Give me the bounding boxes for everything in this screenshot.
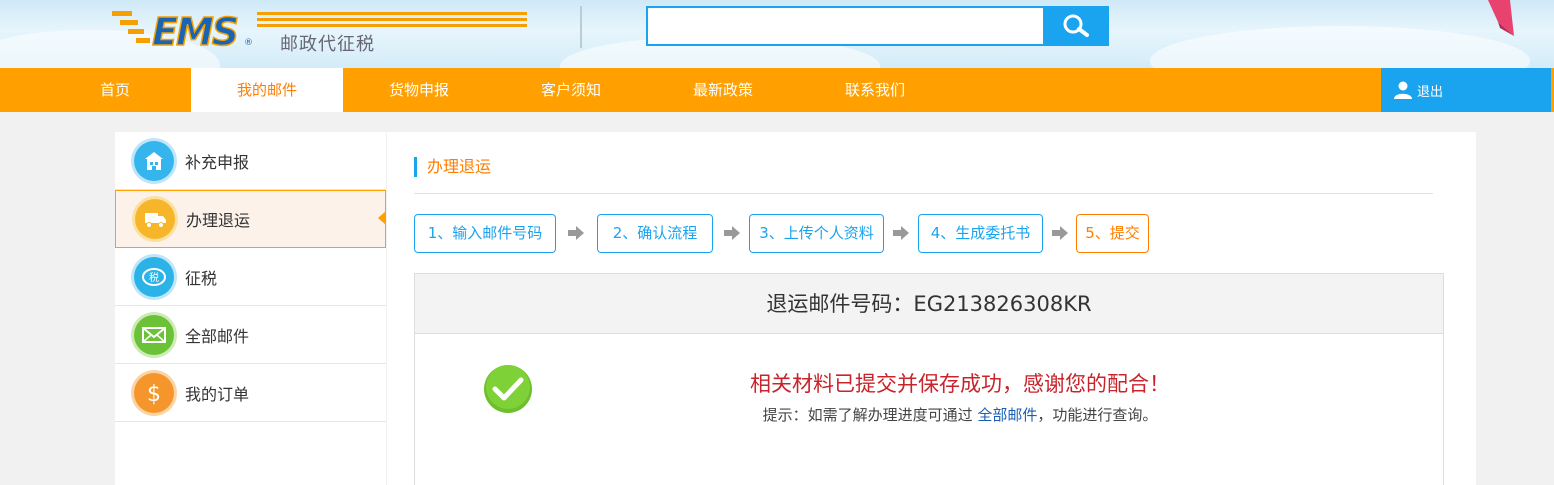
step-1: 1、输入邮件号码 xyxy=(414,214,556,253)
success-message: 相关材料已提交并保存成功，感谢您的配合！ xyxy=(750,372,1170,396)
cloud-decoration xyxy=(1150,26,1530,68)
arrow-right-icon xyxy=(568,226,584,240)
search-icon xyxy=(1063,14,1089,37)
step-2: 2、确认流程 xyxy=(597,214,713,253)
sidebar-item-my-orders[interactable]: $ 我的订单 xyxy=(115,364,386,422)
sidebar-item-label: 办理退运 xyxy=(186,211,251,230)
sidebar-item-supplementary-declaration[interactable]: 补充申报 xyxy=(115,132,386,190)
tracking-number: 退运邮件号码：EG213826308KR xyxy=(415,274,1443,334)
search-input[interactable] xyxy=(646,6,1044,46)
tax-icon: 税 xyxy=(134,256,174,297)
main-nav: 首页 我的邮件 货物申报 客户须知 最新政策 联系我们 退出 xyxy=(0,68,1554,112)
nav-item-latest-policy[interactable]: 最新政策 xyxy=(647,68,799,112)
step-4: 4、生成委托书 xyxy=(918,214,1043,253)
header: EMS ® 邮政代征税 xyxy=(0,0,1554,68)
sidebar-item-label: 征税 xyxy=(185,268,218,288)
dollar-icon: $ xyxy=(134,372,174,413)
nav-item-goods-declaration[interactable]: 货物申报 xyxy=(343,68,495,112)
logout-label: 退出 xyxy=(1417,84,1444,100)
step-3: 3、上传个人资料 xyxy=(749,214,884,253)
svg-text:$: $ xyxy=(147,382,161,406)
site-name: 邮政代征税 xyxy=(280,34,375,55)
sidebar-item-label: 我的订单 xyxy=(185,384,250,404)
truck-icon xyxy=(135,199,175,239)
logout-button[interactable]: 退出 xyxy=(1381,68,1551,112)
user-icon xyxy=(1394,81,1412,99)
sidebar-item-tax[interactable]: 税 征税 xyxy=(115,248,386,306)
nav-item-customer-notice[interactable]: 客户须知 xyxy=(495,68,647,112)
arrow-right-icon xyxy=(724,226,740,240)
result-panel: 退运邮件号码：EG213826308KR 相关材料已提交并保存成功，感谢您的配合… xyxy=(414,273,1444,485)
svg-text:税: 税 xyxy=(149,271,159,284)
ribbon-decoration xyxy=(1488,0,1514,36)
arrow-right-icon xyxy=(1052,226,1068,240)
nav-item-contact-us[interactable]: 联系我们 xyxy=(799,68,951,112)
search-button[interactable] xyxy=(1043,6,1109,46)
header-divider xyxy=(580,6,582,48)
step-5: 5、提交 xyxy=(1076,214,1149,253)
hint-text: 提示：如需了解办理进度可通过 全部邮件，功能进行查询。 xyxy=(415,404,1445,425)
building-icon xyxy=(134,140,174,181)
nav-item-home[interactable]: 首页 xyxy=(40,68,190,112)
sidebar-item-all-mail[interactable]: 全部邮件 xyxy=(115,306,386,364)
mail-icon xyxy=(134,314,174,355)
sidebar-item-label: 全部邮件 xyxy=(185,326,250,346)
svg-text:EMS: EMS xyxy=(152,10,238,52)
main-content: 办理退运 1、输入邮件号码 2、确认流程 3、上传个人资料 4、生成委托书 5、… xyxy=(387,132,1476,485)
nav-item-my-mail[interactable]: 我的邮件 xyxy=(191,68,343,112)
hint-prefix: 提示：如需了解办理进度可通过 xyxy=(762,406,973,424)
section-title: 办理退运 xyxy=(414,157,491,177)
sidebar: 补充申报 办理退运 税 征税 全部邮件 $ 我的订单 xyxy=(115,132,386,485)
sidebar-item-return-shipment[interactable]: 办理退运 xyxy=(115,190,386,248)
active-indicator xyxy=(378,211,386,225)
sidebar-item-label: 补充申报 xyxy=(185,152,250,172)
all-mail-link[interactable]: 全部邮件 xyxy=(977,406,1037,424)
hint-suffix: ，功能进行查询。 xyxy=(1037,406,1158,424)
arrow-right-icon xyxy=(893,226,909,240)
title-divider xyxy=(414,193,1433,194)
svg-text:®: ® xyxy=(244,38,253,48)
